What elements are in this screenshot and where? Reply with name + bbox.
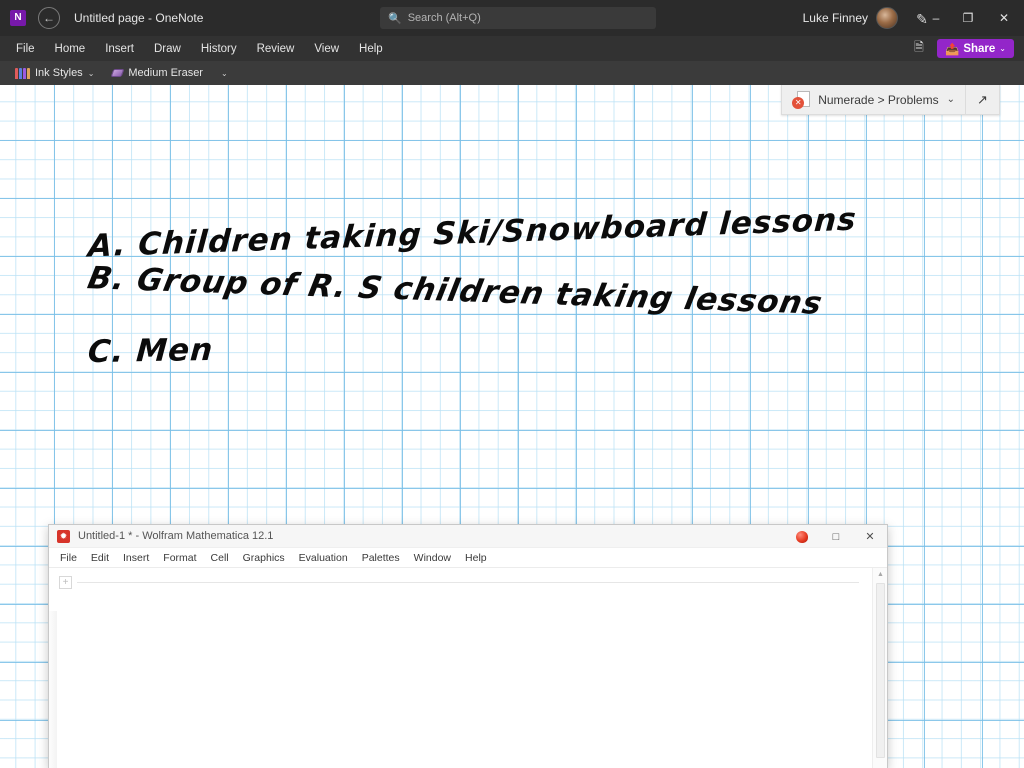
screen: N ← Untitled page - OneNote 🔍 Search (Al… [0,0,1024,768]
mathematica-maximize-button[interactable]: □ [819,525,853,548]
wolfram-spikey-icon: ✹ [57,529,70,543]
menu-format[interactable]: Format [156,548,203,568]
scroll-up-icon[interactable]: ▲ [873,568,888,581]
medium-eraser-label: Medium Eraser [128,67,203,79]
chevron-down-icon: ⌄ [999,44,1006,53]
search-input[interactable]: 🔍 Search (Alt+Q) [380,7,656,29]
tab-home[interactable]: Home [45,36,96,61]
tab-review[interactable]: Review [247,36,305,61]
menu-window[interactable]: Window [407,548,458,568]
tab-view[interactable]: View [304,36,349,61]
chevron-down-icon: ⌄ [87,68,95,78]
ink-line-c: C. Men [86,331,215,371]
notebook-area[interactable]: + ▲ [49,568,887,768]
tab-history[interactable]: History [191,36,247,61]
page-title: Untitled page - OneNote [74,11,204,25]
share-icon: 📤 [945,43,960,56]
numerade-docked-tab[interactable]: ✕ Numerade > Problems ⌄ ↗ [781,84,1000,115]
mathematica-titlebar: ✹ Untitled-1 * - Wolfram Mathematica 12.… [49,525,887,548]
ink-styles-icon [15,67,30,79]
menu-edit[interactable]: Edit [84,548,116,568]
sticky-note-icon[interactable]: 🗎 [907,39,931,59]
tab-file[interactable]: File [6,36,45,61]
close-badge-icon: ✕ [792,96,805,109]
cell-insert-line [77,582,859,583]
ink-line-c-text: C. Men [86,331,215,371]
eraser-icon [110,69,125,77]
search-icon: 🔍 [388,12,402,25]
notebook-scrollbar[interactable]: ▲ [872,568,887,768]
ink-styles-label: Ink Styles [35,67,83,79]
tab-insert[interactable]: Insert [95,36,144,61]
menu-cell[interactable]: Cell [204,548,236,568]
share-label: Share [963,42,996,55]
onenote-icon: N [10,10,26,26]
menu-help[interactable]: Help [458,548,494,568]
account-area[interactable]: Luke Finney [803,0,898,36]
window-controls: – ❐ ✕ [920,0,1024,36]
ribbon-right-group: 🗎 📤 Share ⌄ [907,36,1020,61]
menu-evaluation[interactable]: Evaluation [292,548,355,568]
menu-graphics[interactable]: Graphics [236,548,292,568]
notebook-left-edge [49,611,57,768]
avatar[interactable] [876,7,898,29]
onenote-titlebar: N ← Untitled page - OneNote 🔍 Search (Al… [0,0,1024,36]
restore-button[interactable]: ❐ [952,0,984,36]
ink-styles-button[interactable]: Ink Styles ⌄ [6,61,103,85]
mathematica-window[interactable]: ✹ Untitled-1 * - Wolfram Mathematica 12.… [48,524,888,768]
numerade-label: Numerade > Problems [818,92,939,107]
back-arrow-icon[interactable]: ← [38,7,60,29]
mathematica-title: Untitled-1 * - Wolfram Mathematica 12.1 [78,530,274,542]
close-button[interactable]: ✕ [984,0,1024,36]
chevron-down-icon: ⌄ [220,68,228,78]
numerade-page-icon: ✕ [792,90,811,109]
tab-help[interactable]: Help [349,36,393,61]
expand-diagonal-icon[interactable]: ↗ [965,84,999,115]
ink-line-a: A. Children taking Ski/Snowboard lessons [87,202,858,265]
wolfram-minimize-spikey-icon[interactable] [785,525,819,548]
ink-line-b: B. Group of R. S children taking lessons [85,260,826,321]
chevron-down-icon[interactable]: ⌄ [947,94,955,105]
ink-line-b-text: B. Group of R. S children taking lessons [84,260,826,322]
share-button[interactable]: 📤 Share ⌄ [937,39,1014,58]
ribbon-tabs: File Home Insert Draw History Review Vie… [0,36,1024,61]
user-name: Luke Finney [802,11,868,25]
menu-file[interactable]: File [53,548,84,568]
scrollbar-thumb[interactable] [876,583,885,758]
draw-toolbar: Ink Styles ⌄ Medium Eraser ⌄ [0,61,1024,85]
medium-eraser-button[interactable]: Medium Eraser [103,61,212,85]
ink-line-a-text: A. Children taking Ski/Snowboard lessons [86,201,858,265]
mathematica-window-controls: □ ✕ [785,525,887,548]
mathematica-close-button[interactable]: ✕ [853,525,887,548]
tab-draw[interactable]: Draw [144,36,191,61]
menu-insert[interactable]: Insert [116,548,156,568]
mathematica-menubar: File Edit Insert Format Cell Graphics Ev… [49,548,887,568]
search-placeholder: Search (Alt+Q) [407,12,481,24]
new-cell-insertion-bar[interactable]: + [59,576,859,590]
add-cell-icon[interactable]: + [59,576,72,589]
minimize-button[interactable]: – [920,0,952,36]
toolbar-overflow-button[interactable]: ⌄ [212,61,237,85]
menu-palettes[interactable]: Palettes [355,548,407,568]
